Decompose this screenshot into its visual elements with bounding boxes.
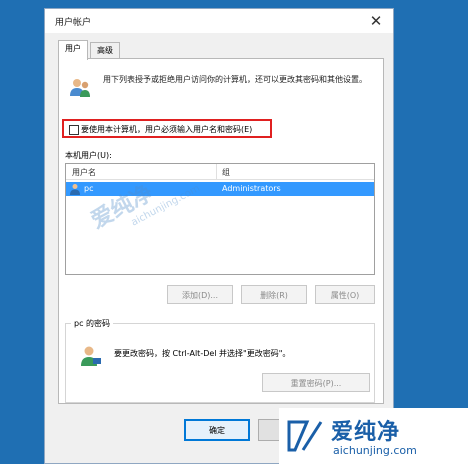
users-tab-panel: 用下列表授予或拒绝用户访问你的计算机，还可以更改其密码和其他设置。 要使用本计算… [58, 58, 384, 404]
close-icon[interactable]: ✕ [365, 11, 387, 31]
title-bar: 用户帐户 ✕ [45, 9, 393, 33]
description-text: 用下列表授予或拒绝用户访问你的计算机，还可以更改其密码和其他设置。 [103, 75, 367, 84]
user-icon [70, 184, 80, 195]
column-header-username[interactable]: 用户名 [72, 167, 96, 178]
table-row[interactable]: pc Administrators [66, 182, 374, 196]
add-button[interactable]: 添加(D)... [167, 285, 233, 304]
tab-advanced[interactable]: 高级 [90, 42, 120, 59]
brand-logo-icon [287, 420, 323, 452]
watermark-logo-text: 爱纯净 [331, 420, 401, 445]
column-separator[interactable] [216, 164, 217, 179]
local-users-label: 本机用户(U): [65, 151, 112, 160]
cell-username: pc [84, 184, 94, 193]
require-password-checkbox[interactable] [69, 125, 79, 135]
users-icon [70, 79, 90, 97]
tab-users[interactable]: 用户 [58, 40, 88, 60]
window-title: 用户帐户 [55, 18, 92, 28]
watermark-logo-url: aichunjing.com [333, 444, 417, 457]
password-group: pc 的密码 要更改密码，按 Ctrl-Alt-Del 并选择"更改密码"。 重… [65, 318, 375, 403]
list-header: 用户名 组 [66, 164, 374, 180]
column-header-group[interactable]: 组 [222, 167, 230, 178]
reset-password-button[interactable]: 重置密码(P)... [262, 373, 370, 392]
watermark-logo: 爱纯净 aichunjing.com [279, 408, 468, 464]
password-group-legend: pc 的密码 [71, 318, 114, 329]
cell-group: Administrators [222, 184, 281, 193]
user-password-icon [81, 346, 101, 366]
users-list[interactable]: 用户名 组 pc Administrators [65, 163, 375, 275]
password-instruction-text: 要更改密码，按 Ctrl-Alt-Del 并选择"更改密码"。 [114, 349, 291, 358]
remove-button[interactable]: 删除(R) [241, 285, 307, 304]
ok-button[interactable]: 确定 [184, 419, 250, 441]
properties-button[interactable]: 属性(O) [315, 285, 375, 304]
user-accounts-dialog: 用户帐户 ✕ 用户 高级 用下列表授予或拒绝用户访问你的计算机，还可以更改其密码… [44, 8, 394, 464]
require-password-checkbox-row[interactable]: 要使用本计算机，用户必须输入用户名和密码(E) [62, 119, 272, 138]
require-password-label[interactable]: 要使用本计算机，用户必须输入用户名和密码(E) [81, 124, 252, 135]
